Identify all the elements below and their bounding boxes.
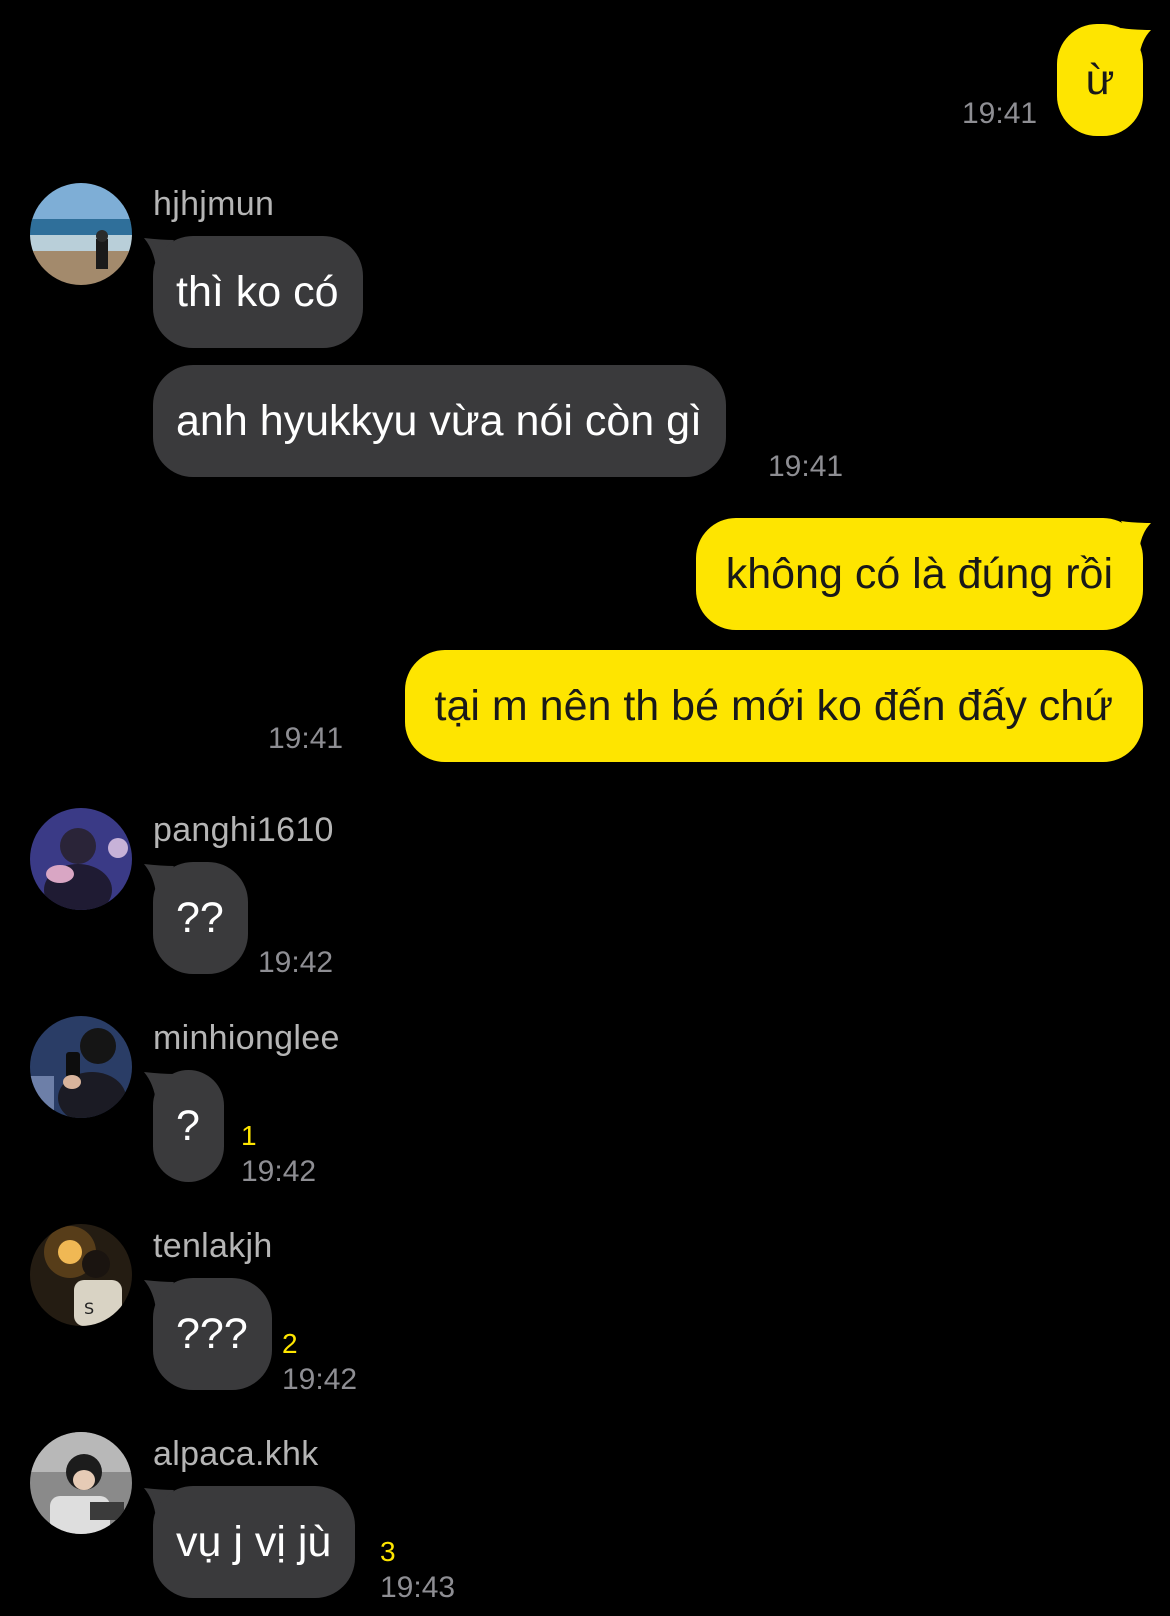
message-bubble[interactable]: ???	[153, 1278, 272, 1390]
message-time: 19:42	[282, 1363, 358, 1396]
message-time: 19:41	[962, 97, 1038, 130]
message-bubble[interactable]: ??	[153, 862, 248, 974]
sender-name: alpaca.khk	[153, 1435, 319, 1473]
person-photo-avatar-icon	[30, 1432, 132, 1534]
night-photo-avatar-icon: S	[30, 1224, 132, 1326]
message-bubble[interactable]: không có là đúng rồi	[695, 518, 1143, 630]
unread-count-badge: 3	[380, 1536, 396, 1567]
message-bubble[interactable]: thì ko có	[153, 236, 363, 348]
person-photo-avatar-icon	[30, 808, 132, 910]
unread-count-badge: 1	[241, 1120, 257, 1151]
sender-name: hjhjmun	[153, 185, 275, 223]
svg-text:S: S	[84, 1299, 94, 1318]
message-bubble[interactable]: tại m nên th bé mới ko đến đấy chứ	[404, 650, 1143, 762]
message-bubble[interactable]: vụ j vị jù	[153, 1486, 356, 1598]
beach-photo-avatar-icon	[30, 183, 132, 285]
message-time: 19:41	[768, 450, 844, 483]
user-avatar[interactable]	[30, 1016, 132, 1118]
user-avatar[interactable]	[30, 1432, 132, 1534]
message-time: 19:43	[380, 1571, 456, 1604]
sender-name: panghi1610	[153, 811, 334, 849]
message-bubble[interactable]: ?	[153, 1070, 224, 1182]
unread-count-badge: 2	[282, 1328, 298, 1359]
phone-photo-avatar-icon	[30, 1016, 132, 1118]
sender-name: tenlakjh	[153, 1227, 273, 1265]
user-avatar[interactable]: S	[30, 1224, 132, 1326]
bubble-tail-icon	[1121, 28, 1151, 58]
user-avatar[interactable]	[30, 808, 132, 910]
message-time: 19:42	[241, 1155, 317, 1188]
sender-name: minhionglee	[153, 1019, 340, 1057]
message-time: 19:42	[258, 946, 334, 979]
message-time: 19:41	[268, 722, 344, 755]
user-avatar[interactable]	[30, 183, 132, 285]
bubble-tail-icon	[1121, 521, 1151, 551]
message-bubble[interactable]: anh hyukkyu vừa nói còn gì	[153, 365, 726, 477]
